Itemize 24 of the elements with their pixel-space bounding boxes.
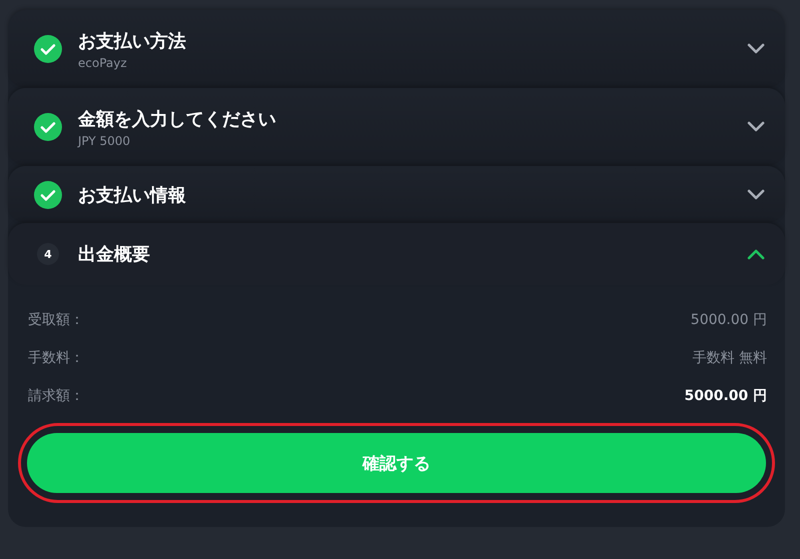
summary-label: 請求額： [28,387,84,405]
chevron-down-icon[interactable] [747,188,765,200]
step-header[interactable]: お支払い方法 ecoPayz [8,10,785,88]
step-header[interactable]: お支払い情報 [8,166,785,223]
check-icon [34,113,62,141]
summary-value: 5000.00 円 [684,387,767,405]
step-summary: ecoPayz [78,56,128,70]
step-title: お支払い情報 [78,184,187,206]
summary-value: 5000.00 円 [690,311,767,329]
step-title: 出金概要 [78,243,151,266]
step-number: 4 [37,243,59,265]
step-title: 金額を入力してください [78,108,277,130]
chevron-down-icon[interactable] [747,43,765,55]
step-title: お支払い方法 [78,30,187,52]
step-summary: JPY 5000 [78,134,132,148]
chevron-up-icon[interactable] [747,248,765,260]
check-icon [34,180,62,208]
summary-value: 手数料 無料 [692,349,767,367]
chevron-down-icon[interactable] [747,121,765,133]
step-header[interactable]: 4 出金概要 [8,223,785,285]
summary-label: 手数料： [28,349,84,367]
check-icon [34,35,62,63]
step-header[interactable]: 金額を入力してください JPY 5000 [8,88,785,166]
summary-label: 受取額： [28,311,84,329]
